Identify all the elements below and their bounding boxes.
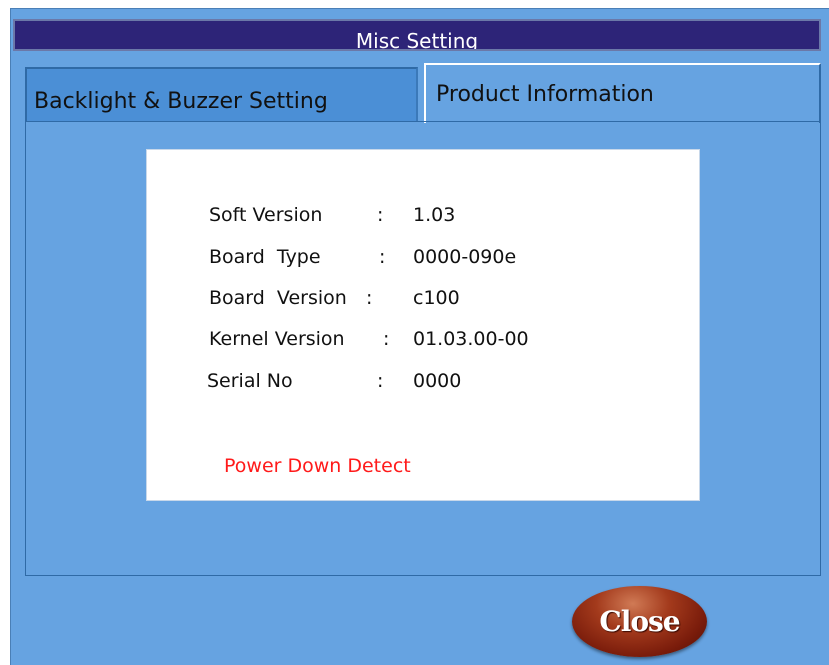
info-value: c100 (413, 287, 460, 309)
tab-label: Backlight & Buzzer Setting (34, 89, 328, 114)
info-colon: : (366, 287, 373, 309)
info-colon: : (379, 246, 386, 268)
tab-product-information[interactable]: Product Information (424, 63, 821, 123)
info-label: Board Version (209, 287, 347, 309)
window-title: Misc Setting (13, 19, 821, 51)
info-value: 01.03.00-00 (413, 328, 529, 350)
info-label: Soft Version (209, 204, 323, 226)
power-down-status: Power Down Detect (224, 455, 411, 477)
info-label: Board Type (209, 246, 321, 268)
info-label: Kernel Version (209, 328, 345, 350)
info-colon: : (383, 328, 390, 350)
info-value: 0000 (413, 370, 462, 392)
info-value: 0000-090e (413, 246, 517, 268)
info-colon: : (377, 204, 384, 226)
tab-backlight-buzzer-setting[interactable]: Backlight & Buzzer Setting (25, 67, 418, 121)
tab-label: Product Information (436, 82, 654, 107)
close-button[interactable]: Close (572, 586, 707, 657)
product-info-box: Soft Version : 1.03 Board Type : 0000-09… (146, 149, 700, 501)
info-colon: : (377, 370, 384, 392)
info-label: Serial No (207, 370, 293, 392)
info-value: 1.03 (413, 204, 456, 226)
